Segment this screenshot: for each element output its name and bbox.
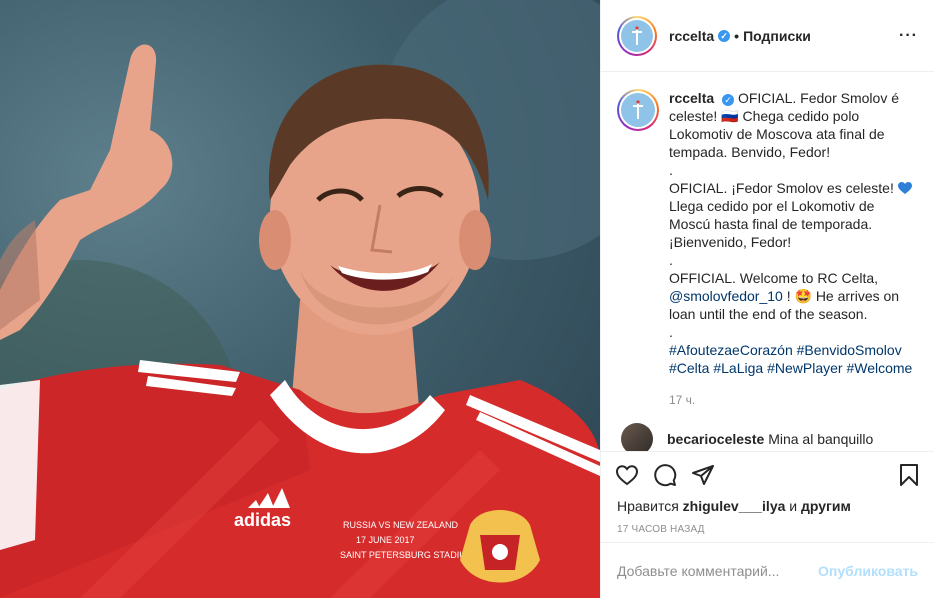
author-avatar[interactable] bbox=[617, 15, 657, 56]
shirt-brand-text: adidas bbox=[234, 510, 291, 530]
likes-summary: Нравится zhigulev___ilya и другим bbox=[615, 498, 920, 514]
share-plane-icon[interactable] bbox=[691, 463, 715, 487]
publish-button[interactable]: Опубликовать bbox=[818, 563, 918, 579]
following-button[interactable]: Подписки bbox=[743, 28, 811, 44]
comment-bubble-icon[interactable] bbox=[653, 463, 677, 487]
shirt-match-line2: 17 JUNE 2017 bbox=[356, 535, 415, 545]
caption-line-2: . bbox=[669, 162, 673, 178]
post-caption: rccelta ✓ OFICIAL. Fedor Smolov é celest… bbox=[617, 89, 918, 409]
post-timestamp[interactable]: 17 ЧАСОВ НАЗАД bbox=[615, 524, 920, 535]
caption-username[interactable]: rccelta bbox=[669, 90, 714, 106]
caption-line-3-text: OFICIAL. ¡Fedor Smolov es celeste! bbox=[669, 180, 894, 196]
commenter-username[interactable]: becarioceleste bbox=[667, 431, 764, 447]
celta-cross-icon bbox=[633, 100, 643, 119]
more-options-icon[interactable]: ··· bbox=[899, 27, 918, 45]
caption-line-6: OFFICIAL. Welcome to RC Celta, bbox=[669, 270, 879, 286]
caption-author-avatar[interactable] bbox=[617, 89, 659, 131]
comments-area[interactable]: rccelta ✓ OFICIAL. Fedor Smolov é celest… bbox=[601, 73, 934, 451]
likes-user-link[interactable]: zhigulev___ilya bbox=[683, 498, 786, 514]
caption-line-4: Llega cedido por el Lokomotiv de Moscú h… bbox=[669, 198, 875, 250]
verified-icon: ✓ bbox=[718, 29, 731, 42]
bookmark-icon[interactable] bbox=[898, 463, 920, 487]
shirt-match-line3: SAINT PETERSBURG STADIUM bbox=[340, 550, 473, 560]
comment-text: Mina al banquillo bbox=[768, 431, 874, 447]
likes-suffix: и bbox=[789, 498, 798, 514]
likes-others-link[interactable]: другим bbox=[801, 498, 851, 514]
shirt-match-line1: RUSSIA VS NEW ZEALAND bbox=[343, 520, 459, 530]
player-illustration: adidas RUSSIA VS NEW ZEALAND 17 JUNE 201… bbox=[0, 0, 600, 598]
like-heart-icon[interactable] bbox=[615, 463, 639, 487]
celta-cross-icon bbox=[632, 25, 642, 45]
commenter-avatar[interactable] bbox=[621, 423, 653, 451]
post-header: rccelta ✓ • Подписки ··· bbox=[601, 0, 934, 72]
author-username[interactable]: rccelta bbox=[669, 28, 714, 44]
post-actions: Нравится zhigulev___ilya и другим 17 ЧАС… bbox=[601, 451, 934, 535]
caption-line-9: . bbox=[669, 324, 673, 340]
post-photo[interactable]: adidas RUSSIA VS NEW ZEALAND 17 JUNE 201… bbox=[0, 0, 600, 598]
caption-line-5: . bbox=[669, 252, 673, 268]
add-comment-bar: Опубликовать bbox=[601, 542, 934, 598]
comment-input[interactable] bbox=[617, 562, 819, 579]
header-separator: • bbox=[734, 27, 740, 44]
blue-heart-icon bbox=[897, 182, 912, 194]
caption-time[interactable]: 17 ч. bbox=[669, 391, 918, 409]
verified-icon: ✓ bbox=[722, 94, 735, 106]
mention-link[interactable]: @smolovfedor_10 bbox=[669, 288, 783, 304]
caption-line-3: OFICIAL. ¡Fedor Smolov es celeste! bbox=[669, 179, 918, 197]
likes-prefix: Нравится bbox=[617, 498, 679, 514]
comment-item: becarioceleste Mina al banquillo bbox=[617, 423, 918, 451]
post-side-panel: rccelta ✓ • Подписки ··· rccelta ✓ OFICI… bbox=[600, 0, 934, 598]
hashtags-link[interactable]: #AfoutezaeCorazón #BenvidoSmolov #Celta … bbox=[669, 341, 918, 377]
